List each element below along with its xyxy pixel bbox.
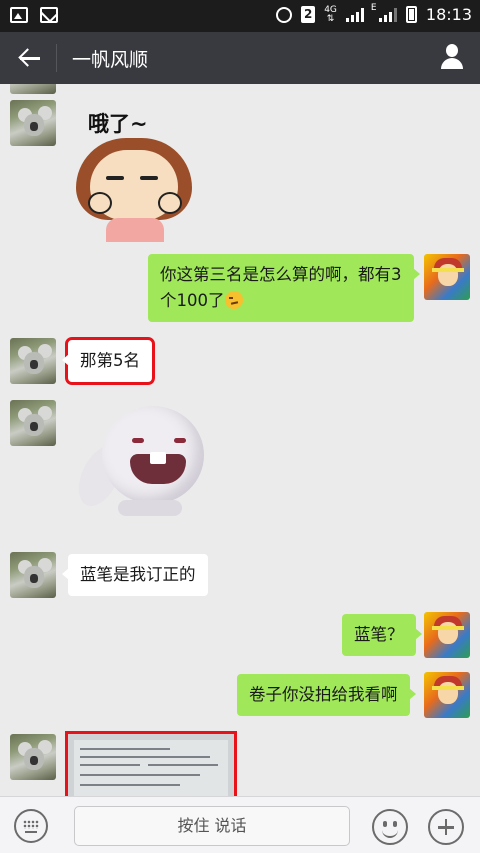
chat-title: 一帆风顺 <box>72 49 149 71</box>
contact-avatar[interactable] <box>10 400 56 446</box>
clock: 18:13 <box>425 5 472 24</box>
alarm-icon <box>276 6 293 23</box>
message-text: 蓝笔是我订正的 <box>80 565 196 584</box>
chat-message-list[interactable]: 哦了~ 你这第三名是怎么算的啊，都有3个100了 那第5名 蓝笔是我订正的 蓝笔… <box>0 84 480 796</box>
more-options-plus-icon[interactable] <box>428 809 464 845</box>
received-message-bubble[interactable]: 那第5名 <box>62 337 155 385</box>
chat-header: 一帆风顺 <box>0 32 480 84</box>
sticker-girl-message[interactable]: 哦了~ <box>68 106 198 246</box>
contact-avatar[interactable] <box>10 734 56 780</box>
sticker-bunny-message[interactable] <box>70 404 210 519</box>
status-bar: 2 4G ⇅ E 18:13 <box>0 0 480 32</box>
contact-avatar[interactable] <box>10 100 56 146</box>
signal-strength-icon-2 <box>378 7 397 22</box>
keyboard-toggle-icon[interactable] <box>14 809 48 843</box>
contact-avatar[interactable] <box>10 552 56 598</box>
my-avatar[interactable] <box>424 612 470 658</box>
signal-strength-icon <box>345 7 364 22</box>
network-sub-label: E <box>370 3 377 13</box>
smirk-emoji-icon <box>224 291 243 309</box>
message-text: 那第5名 <box>80 351 140 370</box>
message-text: 蓝笔？ <box>354 625 404 644</box>
sticker-caption: 哦了~ <box>88 112 148 136</box>
message-text: 你这第三名是怎么算的啊，都有3个100了 <box>160 265 402 310</box>
chat-input-bar: 按住 说话 <box>0 796 480 853</box>
received-message-bubble[interactable]: 蓝笔是我订正的 <box>62 554 208 596</box>
my-avatar[interactable] <box>424 254 470 300</box>
battery-icon <box>405 6 417 23</box>
my-avatar[interactable] <box>424 672 470 718</box>
sent-message-bubble[interactable]: 蓝笔？ <box>342 614 421 656</box>
contact-avatar[interactable] <box>10 84 56 94</box>
sent-message-bubble[interactable]: 你这第三名是怎么算的啊，都有3个100了 <box>148 254 420 322</box>
contact-avatar[interactable] <box>10 338 56 384</box>
emoji-icon[interactable] <box>372 809 408 845</box>
mail-notification-icon <box>40 7 58 23</box>
message-text: 卷子你没拍给我看啊 <box>249 685 398 704</box>
hold-to-talk-button[interactable]: 按住 说话 <box>74 806 350 846</box>
profile-icon[interactable] <box>438 42 466 72</box>
header-divider <box>56 44 57 72</box>
back-arrow-icon[interactable] <box>14 42 46 74</box>
sim-slot-badge: 2 <box>301 6 316 23</box>
image-notification-icon <box>10 7 28 23</box>
image-message-exam-paper[interactable] <box>65 731 237 796</box>
sent-message-bubble[interactable]: 卷子你没拍给我看啊 <box>237 674 415 716</box>
